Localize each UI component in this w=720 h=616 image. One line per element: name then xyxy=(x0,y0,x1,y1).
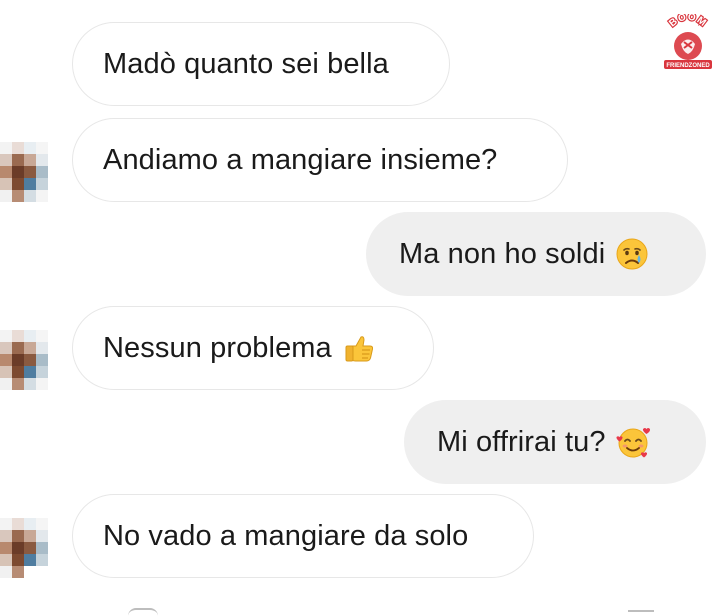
bottom-toolbar-partial xyxy=(0,606,720,616)
avatar[interactable] xyxy=(0,518,48,578)
message-text: Nessun problema xyxy=(103,331,332,364)
watermark-top-text: BOOM xyxy=(666,14,709,31)
smiling-face-with-hearts-icon xyxy=(616,428,650,458)
outgoing-message-bubble[interactable]: Ma non ho soldi xyxy=(366,212,706,296)
partial-icon xyxy=(128,608,158,616)
boom-friendzoned-watermark-logo: BOOM FRIENDZONED xyxy=(664,14,712,69)
message-text: Mi offrirai tu? xyxy=(437,425,606,458)
avatar[interactable] xyxy=(0,330,48,390)
incoming-message-bubble[interactable]: No vado a mangiare da solo xyxy=(72,494,534,578)
chat-thread: Madò quanto sei bella Andiamo a mangiare… xyxy=(0,0,720,616)
incoming-message-bubble[interactable]: Andiamo a mangiare insieme? xyxy=(72,118,568,202)
watermark-bottom-text: FRIENDZONED xyxy=(666,63,710,69)
avatar[interactable] xyxy=(0,142,48,202)
message-text: No vado a mangiare da solo xyxy=(103,519,469,552)
thumbs-up-icon xyxy=(345,336,373,362)
message-text: Ma non ho soldi xyxy=(399,237,606,270)
message-text: Madò quanto sei bella xyxy=(103,47,389,80)
outgoing-message-bubble[interactable]: Mi offrirai tu? xyxy=(404,400,706,484)
incoming-message-bubble[interactable]: Nessun problema xyxy=(72,306,434,390)
incoming-message-bubble[interactable]: Madò quanto sei bella xyxy=(72,22,450,106)
crying-face-icon xyxy=(616,238,648,270)
message-text: Andiamo a mangiare insieme? xyxy=(103,143,498,176)
partial-icon xyxy=(628,610,654,616)
svg-text:BOOM: BOOM xyxy=(667,14,708,29)
